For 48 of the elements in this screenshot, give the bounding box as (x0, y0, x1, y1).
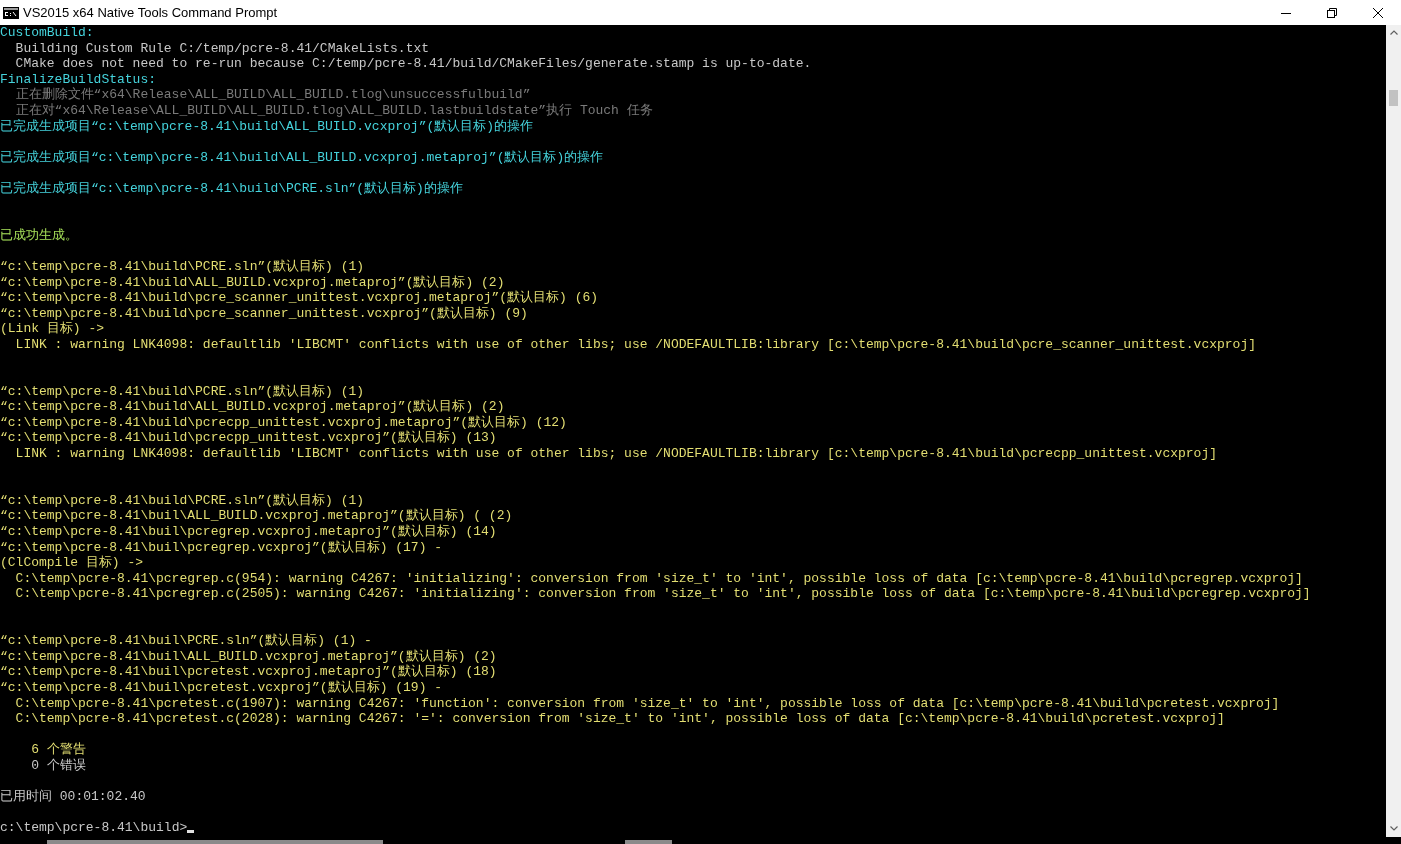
warning-line: 6 个警告 (31, 742, 86, 758)
horizontal-scrollbar-thumb[interactable] (47, 840, 383, 844)
warning-line: “c:\temp\pcre-8.41\build\pcre_scanner_unittest.vcxproj.metaproj”(默认目标) (6) (0, 290, 599, 306)
warning-line: “c:\temp\pcre-8.41\buil\ALL_BUILD.vcxproj.metaproj”(默认目标) (2) (0, 648, 497, 664)
warning-line: “c:\temp\pcre-8.41\buil\ALL_BUILD.vcxproj.metaproj”(默认目标) ( (2) (0, 508, 513, 524)
warning-line: “c:\temp\pcre-8.41\buil\pcretest.vcxproj”(默认目标) (19) - (0, 679, 443, 695)
status-line: FinalizeBuildStatus: (0, 71, 157, 87)
output-line: 正在删除文件“x64\Release\ALL_BUILD\ALL_BUILD.tlog\unsuccessfulbuild” (15, 87, 531, 103)
warning-line: LINK : warning LNK4098: defaultlib 'LIBCMT' conflicts with use of other libs; use /NODEFAULTLIB:library [c:\temp\pcre-8.41\build\pcre_scanner_unittest.vcxproj] (15, 336, 1256, 352)
warning-line: “c:\temp\pcre-8.41\build\pcrecpp_unittest.vcxproj.metaproj”(默认目标) (12) (0, 414, 567, 430)
warning-line: C:\temp\pcre-8.41\pcregrep.c(2505): warning C4267: 'initializing': conversion from 'size_t' to 'int', possible loss of data [c:\temp\pcre-8.41\build\pcregrep.vcxproj] (15, 586, 1311, 602)
warning-line: C:\temp\pcre-8.41\pcregrep.c(954): warning C4267: 'initializing': conversion from 'size_t' to 'int', possible loss of data [c:\temp\pcre-8.41\build\pcregrep.vcxproj] (15, 570, 1303, 586)
warning-line: “c:\temp\pcre-8.41\buil\pcregrep.vcxproj.metaproj”(默认目标) (14) (0, 524, 497, 539)
warning-line: (ClCompile 目标) -> (0, 555, 144, 571)
warning-line: “c:\temp\pcre-8.41\build\pcre_scanner_unittest.vcxproj”(默认目标) (9) (0, 305, 528, 321)
warning-line: “c:\temp\pcre-8.41\buil\PCRE.sln”(默认目标) (1) - (0, 633, 372, 649)
restore-icon (1327, 7, 1337, 18)
warning-line: “c:\temp\pcre-8.41\buil\pcretest.vcxproj.metaproj”(默认目标) (18) (0, 664, 497, 680)
warning-line: “c:\temp\pcre-8.41\build\ALL_BUILD.vcxproj.metaproj”(默认目标) (2) (0, 399, 505, 415)
warning-line: “c:\temp\pcre-8.41\build\ALL_BUILD.vcxproj.metaproj”(默认目标) (2) (0, 274, 505, 290)
output-line: CMake does not need to re-run because C:/temp/pcre-8.41/build/CMakeFiles/generate.stamp is up-to-date. (15, 56, 812, 72)
vertical-scrollbar[interactable] (1386, 25, 1401, 837)
warning-line: “c:\temp\pcre-8.41\build\PCRE.sln”(默认目标) (1) (0, 258, 365, 274)
output-line: 已用时间 00:01:02.40 (0, 789, 146, 805)
warning-line: C:\temp\pcre-8.41\pcretest.c(2028): warning C4267: '=': conversion from 'size_t' to 'int', possible loss of data [c:\temp\pcre-8.41\build\pcretest.vcxproj] (15, 711, 1225, 727)
output-line: Building Custom Rule C:/temp/pcre-8.41/CMakeLists.txt (15, 40, 430, 56)
status-line: 已完成生成项目“c:\temp\pcre-8.41\build\ALL_BUILD.vcxproj”(默认目标)的操作 (0, 118, 534, 134)
status-line: 已完成生成项目“c:\temp\pcre-8.41\build\PCRE.sln”(默认目标)的操作 (0, 180, 463, 196)
scroll-up-icon[interactable] (1389, 30, 1398, 35)
close-icon (1373, 7, 1383, 18)
scroll-down-icon[interactable] (1389, 826, 1398, 831)
warning-line: LINK : warning LNK4098: defaultlib 'LIBCMT' conflicts with use of other libs; use /NODEFAULTLIB:library [c:\temp\pcre-8.41\build\pcrecpp_unittest.vcxproj] (15, 446, 1217, 462)
warning-line: “c:\temp\pcre-8.41\build\pcrecpp_unittest.vcxproj”(默认目标) (13) (0, 430, 497, 446)
warning-line: “c:\temp\pcre-8.41\build\PCRE.sln”(默认目标) (1) (0, 383, 365, 399)
warning-line: “c:\temp\pcre-8.41\buil\pcregrep.vcxproj”(默认目标) (17) - (0, 539, 443, 555)
output-line: 正在对“x64\Release\ALL_BUILD\ALL_BUILD.tlog\ALL_BUILD.lastbuildstate”执行 Touch 任务 (15, 102, 653, 118)
output-line: 0 个错误 (31, 757, 86, 773)
horizontal-scrollbar-thumb[interactable] (625, 840, 672, 844)
warning-line: C:\temp\pcre-8.41\pcretest.c(1907): warning C4267: 'function': conversion from 'size_t' to 'int', possible loss of data [c:\temp\pcre-8.41\build\pcretest.vcxproj] (15, 695, 1280, 711)
success-message: 已成功生成。 (0, 227, 78, 243)
status-line: 已完成生成项目“c:\temp\pcre-8.41\build\ALL_BUILD.vcxproj.metaproj”(默认目标)的操作 (0, 149, 604, 165)
warning-line: (Link 目标) -> (0, 321, 104, 337)
status-line: CustomBuild: (0, 25, 94, 40)
scrollbar-thumb[interactable] (1389, 90, 1398, 106)
window-title: VS2015 x64 Native Tools Command Prompt (23, 5, 278, 20)
command-prompt: c:\temp\pcre-8.41\build> (0, 820, 188, 836)
console-icon (3, 6, 19, 19)
warning-line: “c:\temp\pcre-8.41\build\PCRE.sln”(默认目标) (1) (0, 492, 365, 508)
